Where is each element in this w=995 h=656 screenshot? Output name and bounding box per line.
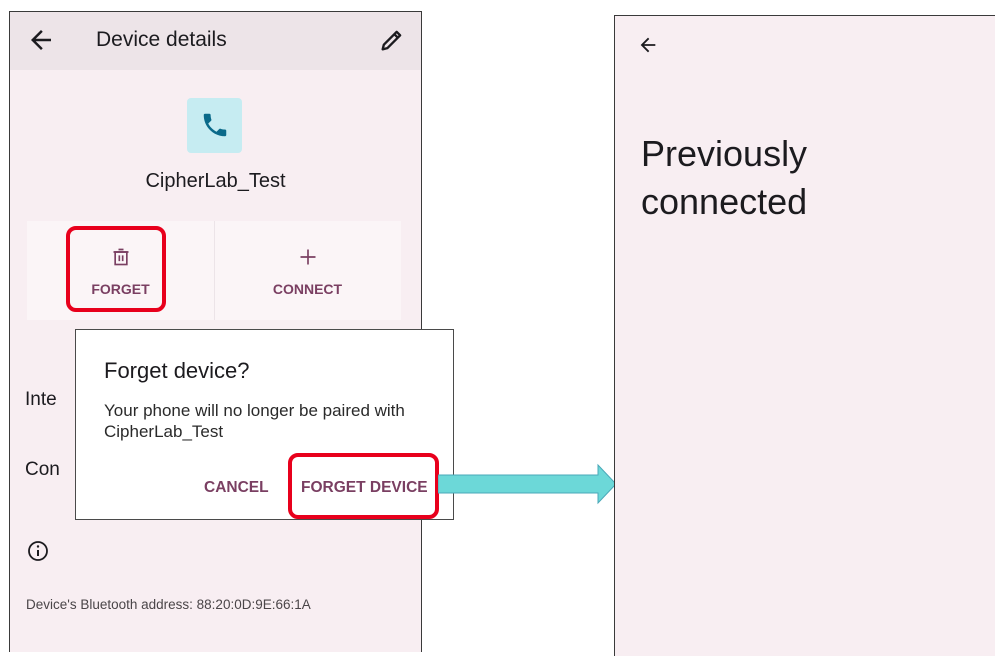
internet-row-partial: Inte bbox=[25, 389, 57, 410]
device-icon-container bbox=[187, 98, 242, 153]
phone-icon bbox=[203, 113, 227, 137]
connect-button[interactable]: CONNECT bbox=[214, 221, 401, 320]
right-arrow-icon bbox=[438, 463, 617, 505]
dialog-title: Forget device? bbox=[104, 358, 250, 383]
previously-connected-title: Previously connected bbox=[641, 133, 808, 222]
bluetooth-address: Device's Bluetooth address: 88:20:0D:9E:… bbox=[26, 597, 311, 612]
plus-icon bbox=[300, 249, 316, 265]
cancel-button[interactable]: CANCEL bbox=[204, 479, 269, 497]
back-arrow-icon[interactable] bbox=[637, 34, 659, 56]
forget-device-highlight-box bbox=[288, 453, 439, 519]
page-title: Device details bbox=[96, 28, 227, 51]
back-arrow-icon[interactable] bbox=[26, 25, 56, 55]
connect-label: CONNECT bbox=[272, 281, 343, 297]
device-name: CipherLab_Test bbox=[145, 170, 286, 192]
app-bar: Device details bbox=[10, 12, 421, 70]
forget-highlight-box bbox=[66, 226, 166, 312]
right-screen: Previously connected bbox=[614, 15, 995, 656]
contacts-row-partial: Con bbox=[25, 459, 60, 480]
info-icon bbox=[28, 541, 48, 561]
dialog-message: Your phone will no longer be paired with… bbox=[104, 401, 405, 441]
edit-pencil-icon[interactable] bbox=[378, 26, 406, 54]
